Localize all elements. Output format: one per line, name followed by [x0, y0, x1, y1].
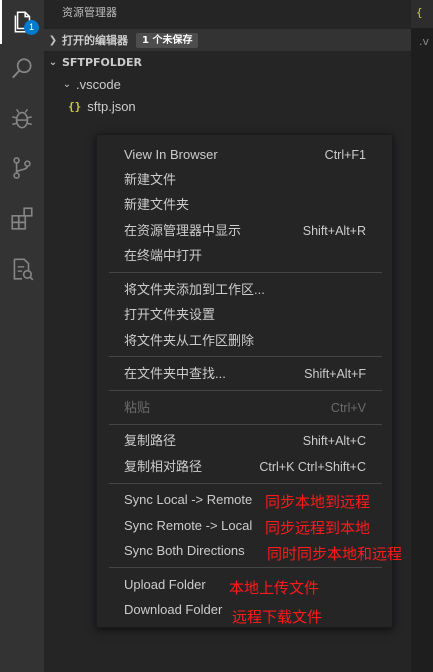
source-control-icon	[13, 157, 31, 179]
menu-item-new-folder[interactable]: 新建文件夹	[97, 193, 392, 217]
extensions-activity-button[interactable]	[0, 196, 44, 240]
menu-item-shortcut: Ctrl+V	[330, 401, 366, 415]
tree-item-sftp-json[interactable]: {} sftp.json	[44, 95, 411, 117]
menu-separator	[109, 356, 382, 357]
annotation-sync-both: 同时同步本地和远程	[267, 545, 403, 563]
menu-item-label: 新建文件	[124, 172, 177, 187]
remote-explorer-icon	[13, 258, 34, 281]
menu-item-remove-folder-from-workspace[interactable]: 将文件夹从工作区删除	[97, 329, 392, 353]
menu-item-shortcut: Shift+Alt+C	[302, 434, 366, 448]
menu-item-label: 将文件夹添加到工作区...	[124, 282, 265, 297]
chevron-down-icon: ⌄	[48, 56, 58, 68]
debug-icon	[12, 108, 32, 129]
source-control-activity-button[interactable]	[0, 146, 44, 190]
annotation-sync-remote-to-local: 同步远程到本地	[265, 519, 371, 537]
editor-tab-bar[interactable]: {	[411, 0, 433, 28]
menu-item-shortcut: Shift+Alt+R	[302, 224, 366, 238]
search-icon	[12, 58, 32, 79]
tree-item-label: sftp.json	[87, 98, 136, 114]
menu-item-label: 在终端中打开	[124, 248, 203, 263]
editor-area: { .v	[411, 0, 433, 672]
menu-item-find-in-folder[interactable]: 在文件夹中查找... Shift+Alt+F	[97, 362, 392, 386]
unsaved-count-badge: 1	[24, 20, 39, 35]
folder-section-label: SFTPFOLDER	[62, 55, 142, 69]
extensions-icon	[11, 207, 33, 230]
menu-item-label: 粘贴	[124, 400, 151, 415]
menu-item-open-folder-settings[interactable]: 打开文件夹设置	[97, 303, 392, 327]
menu-item-copy-path[interactable]: 复制路径 Shift+Alt+C	[97, 429, 392, 453]
menu-item-copy-relative-path[interactable]: 复制相对路径 Ctrl+K Ctrl+Shift+C	[97, 455, 392, 479]
remote-explorer-activity-button[interactable]	[0, 247, 44, 291]
menu-separator	[109, 272, 382, 273]
annotation-sync-local-to-remote: 同步本地到远程	[265, 493, 371, 511]
menu-item-label: 在资源管理器中显示	[124, 223, 242, 238]
menu-item-view-in-browser[interactable]: View In Browser Ctrl+F1	[97, 143, 392, 167]
annotation-download: 远程下载文件	[232, 608, 323, 626]
json-file-icon: {}	[68, 99, 82, 113]
activity-bar: 1	[0, 0, 44, 672]
menu-item-new-file[interactable]: 新建文件	[97, 168, 392, 192]
explorer-activity-button[interactable]: 1	[0, 0, 44, 44]
menu-item-shortcut: Ctrl+F1	[324, 148, 366, 162]
unsaved-badge: 1 个未保存	[136, 32, 199, 48]
menu-item-shortcut: Ctrl+K Ctrl+Shift+C	[259, 460, 366, 474]
open-editors-label: 打开的编辑器	[62, 34, 128, 47]
chevron-down-icon: ⌄	[62, 78, 72, 90]
menu-item-label: 复制路径	[124, 433, 177, 448]
menu-item-label: Upload Folder	[124, 577, 206, 592]
chevron-right-icon: ❯	[48, 34, 58, 46]
menu-item-label: View In Browser	[124, 147, 218, 162]
editor-line-text: .v	[419, 35, 430, 48]
menu-separator	[109, 390, 382, 391]
search-activity-button[interactable]	[0, 47, 44, 91]
folder-section-header[interactable]: ⌄ SFTPFOLDER	[44, 51, 411, 73]
menu-item-label: 在文件夹中查找...	[124, 366, 226, 381]
open-editors-header[interactable]: ❯ 打开的编辑器 1 个未保存	[44, 29, 411, 51]
menu-item-label: 新建文件夹	[124, 197, 190, 212]
menu-item-label: 复制相对路径	[124, 459, 203, 474]
menu-item-open-in-terminal[interactable]: 在终端中打开	[97, 244, 392, 268]
menu-item-paste: 粘贴 Ctrl+V	[97, 396, 392, 420]
menu-separator	[109, 567, 382, 568]
menu-item-label: Sync Both Directions	[124, 543, 245, 558]
tree-item-vscode-folder[interactable]: ⌄ .vscode	[44, 73, 411, 95]
menu-item-add-folder-to-workspace[interactable]: 将文件夹添加到工作区...	[97, 278, 392, 302]
menu-item-reveal-in-explorer[interactable]: 在资源管理器中显示 Shift+Alt+R	[97, 219, 392, 243]
menu-separator	[109, 424, 382, 425]
menu-item-shortcut: Shift+Alt+F	[304, 367, 366, 381]
menu-item-label: Sync Local -> Remote	[124, 492, 253, 507]
tree-item-label: .vscode	[76, 76, 121, 92]
menu-item-label: 打开文件夹设置	[124, 307, 216, 322]
annotation-upload: 本地上传文件	[229, 579, 320, 597]
editor-tab-glyph: {	[416, 6, 423, 19]
debug-activity-button[interactable]	[0, 97, 44, 141]
sidebar-title: 资源管理器	[62, 6, 117, 19]
menu-separator	[109, 483, 382, 484]
menu-item-label: Sync Remote -> Local	[124, 518, 253, 533]
menu-item-label: Download Folder	[124, 602, 223, 617]
menu-item-label: 将文件夹从工作区删除	[124, 333, 255, 348]
